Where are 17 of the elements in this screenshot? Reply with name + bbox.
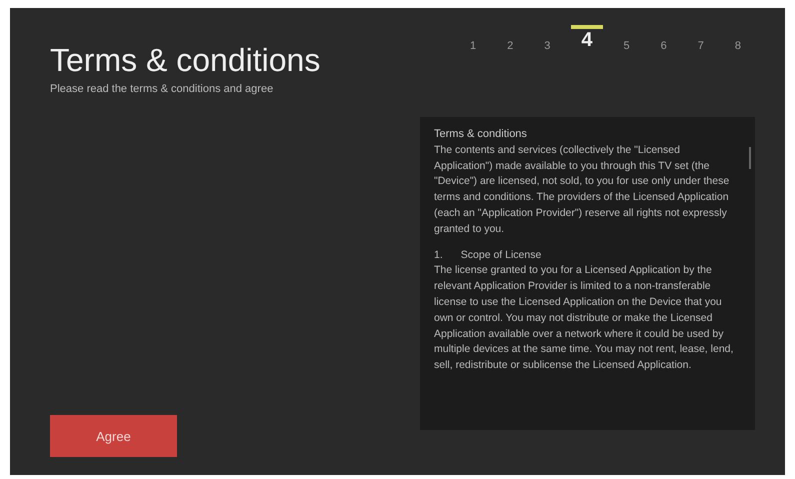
page-title: Terms & conditions <box>50 42 322 79</box>
page-subtitle: Please read the terms & conditions and agree <box>50 83 274 95</box>
step-indicator: 2 <box>507 39 514 52</box>
step-indicator: 7 <box>698 39 704 52</box>
terms-heading: Terms & conditions <box>434 127 528 142</box>
step-indicator: 4 <box>571 25 602 52</box>
step-indicator: 1 <box>470 39 476 52</box>
step-indicator: 3 <box>544 39 550 52</box>
section-number: 1. <box>434 248 443 263</box>
terms-paragraph: The contents and services (collectively the "Licensed Application") made available to you through this TV set (the "Device") are licensed, not sold, to you for use only under these terms and conditions. The providers of the Licensed Application (each an "Application Provider") reserve all rights not expressly granted to you. <box>434 142 730 237</box>
terms-paragraph: The license granted to you for a Licensed Application by the relevant Application Provider is limited to a non-transferable license to use the Licensed Application on the Device that you own or control. You may not distribute or make the Licensed Application available over a network where it could be used by multiple devices at the same time. You may not rent, lease, lend, sell, redistribute or sublicense the Licensed Application. <box>434 263 734 374</box>
agree-button[interactable]: Agree <box>50 415 177 457</box>
step-indicator: 6 <box>660 39 667 52</box>
section-heading: Scope of License <box>460 248 542 263</box>
step-indicator: 8 <box>734 39 741 52</box>
step-indicator: 5 <box>624 39 630 52</box>
scrollbar-thumb[interactable] <box>749 147 751 169</box>
